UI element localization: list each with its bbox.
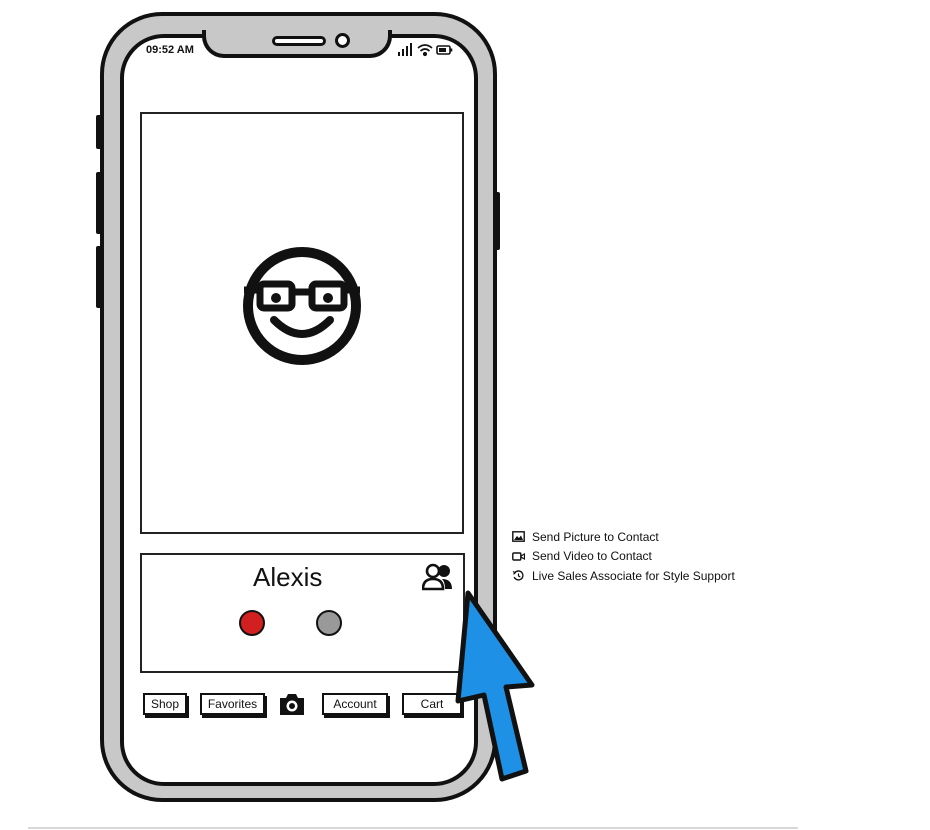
nav-shop-button[interactable]: Shop bbox=[143, 693, 187, 715]
menu-item-label: Send Picture to Contact bbox=[532, 529, 659, 544]
contact-action-menu: Send Picture to Contact Send Video to Co… bbox=[512, 527, 735, 586]
power-button bbox=[494, 192, 500, 250]
mute-switch bbox=[96, 115, 102, 149]
video-icon bbox=[512, 552, 525, 561]
front-camera bbox=[335, 33, 350, 48]
nav-favorites-button[interactable]: Favorites bbox=[200, 693, 265, 715]
menu-item-send-picture[interactable]: Send Picture to Contact bbox=[512, 527, 735, 547]
volume-down-button bbox=[96, 246, 102, 308]
signal-icon bbox=[398, 43, 412, 56]
divider bbox=[28, 827, 798, 829]
menu-item-label: Send Video to Contact bbox=[532, 549, 652, 564]
contact-name: Alexis bbox=[253, 562, 323, 592]
battery-icon bbox=[436, 45, 453, 55]
annotation-arrow-icon bbox=[455, 590, 535, 782]
image-icon bbox=[512, 531, 525, 543]
nav-account-button[interactable]: Account bbox=[322, 693, 388, 715]
status-icons bbox=[398, 43, 453, 57]
speaker bbox=[272, 36, 326, 46]
menu-item-send-video[interactable]: Send Video to Contact bbox=[512, 547, 735, 567]
status-time: 09:52 AM bbox=[146, 44, 194, 56]
camera-icon[interactable] bbox=[278, 691, 306, 717]
end-call-button[interactable] bbox=[316, 610, 342, 636]
menu-item-live-sales-associate[interactable]: Live Sales Associate for Style Support bbox=[512, 566, 735, 586]
history-icon bbox=[512, 570, 524, 581]
nerd-face-icon bbox=[243, 247, 361, 365]
menu-item-label: Live Sales Associate for Style Support bbox=[532, 568, 735, 583]
accept-call-button[interactable] bbox=[239, 610, 265, 636]
wifi-icon bbox=[417, 44, 433, 57]
volume-up-button bbox=[96, 172, 102, 234]
